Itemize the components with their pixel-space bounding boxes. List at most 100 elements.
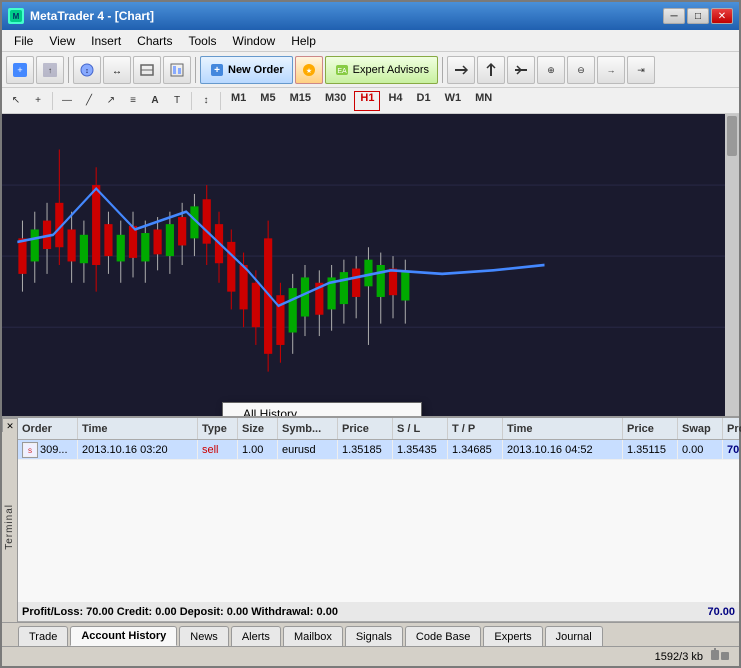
context-menu: All History Last 3 Months Last Month Cus… bbox=[222, 402, 422, 416]
toolbar-sep-1 bbox=[68, 57, 69, 83]
toolbar-btn-14[interactable]: ⇥ bbox=[627, 56, 655, 84]
expert-advisors-button[interactable]: EA Expert Advisors bbox=[325, 56, 438, 84]
toolbar-btn-9[interactable] bbox=[477, 56, 505, 84]
tab-signals[interactable]: Signals bbox=[345, 626, 403, 646]
minimize-button[interactable]: ─ bbox=[663, 8, 685, 24]
tab-trade[interactable]: Trade bbox=[18, 626, 68, 646]
tf-mn[interactable]: MN bbox=[469, 91, 498, 111]
menu-charts[interactable]: Charts bbox=[129, 32, 180, 50]
toolbar-btn-12[interactable]: ⊖ bbox=[567, 56, 595, 84]
toolbar-sep-3 bbox=[442, 57, 443, 83]
th-tp: T / P bbox=[448, 418, 503, 439]
line-btn[interactable]: — bbox=[57, 91, 77, 111]
title-controls: ─ □ ✕ bbox=[663, 8, 733, 24]
toolbar-btn-7[interactable]: ★ bbox=[295, 56, 323, 84]
toolbar-btn-10[interactable] bbox=[507, 56, 535, 84]
tab-code-base[interactable]: Code Base bbox=[405, 626, 481, 646]
svg-text:M: M bbox=[13, 12, 20, 21]
tab-alerts[interactable]: Alerts bbox=[231, 626, 281, 646]
th-size: Size bbox=[238, 418, 278, 439]
window-title: MetaTrader 4 - [Chart] bbox=[30, 9, 154, 23]
menu-view[interactable]: View bbox=[41, 32, 83, 50]
tf-d1[interactable]: D1 bbox=[411, 91, 437, 111]
chart-area: All History Last 3 Months Last Month Cus… bbox=[2, 114, 739, 416]
menu-insert[interactable]: Insert bbox=[83, 32, 129, 50]
svg-text:★: ★ bbox=[306, 67, 312, 75]
th-close-price: Price bbox=[623, 418, 678, 439]
trend-btn[interactable]: ↗ bbox=[101, 91, 121, 111]
toolbar-btn-13[interactable]: → bbox=[597, 56, 625, 84]
svg-text:S: S bbox=[28, 449, 32, 455]
td-order: S 309... bbox=[18, 440, 78, 459]
svg-text:↑: ↑ bbox=[48, 66, 52, 75]
ct-sep-2 bbox=[191, 92, 192, 110]
maximize-button[interactable]: □ bbox=[687, 8, 709, 24]
toolbar-btn-4[interactable]: ↔ bbox=[103, 56, 131, 84]
summary-text: Profit/Loss: 70.00 Credit: 0.00 Deposit:… bbox=[22, 606, 338, 618]
tf-h1[interactable]: H1 bbox=[354, 91, 380, 111]
chart-toolbar: ↖ + — ╱ ↗ ≡ A T ↕ M1 M5 M15 M30 H1 H4 D1… bbox=[2, 88, 739, 114]
crosshair-btn[interactable]: + bbox=[28, 91, 48, 111]
td-open-price: 1.35185 bbox=[338, 440, 393, 459]
svg-text:+: + bbox=[214, 65, 220, 76]
tab-journal[interactable]: Journal bbox=[545, 626, 603, 646]
th-swap: Swap bbox=[678, 418, 723, 439]
menu-help[interactable]: Help bbox=[283, 32, 324, 50]
memory-status: 1592/3 kb bbox=[655, 651, 703, 663]
tab-bar: Trade Account History News Alerts Mailbo… bbox=[2, 622, 739, 646]
toolbar-btn-2[interactable]: ↑ bbox=[36, 56, 64, 84]
tab-account-history[interactable]: Account History bbox=[70, 626, 177, 646]
textbox-btn[interactable]: T bbox=[167, 91, 187, 111]
td-symbol: eurusd bbox=[278, 440, 338, 459]
td-profit: 70.00 bbox=[723, 440, 739, 459]
cursor-btn[interactable]: ↖ bbox=[6, 91, 26, 111]
toolbar-btn-5[interactable] bbox=[133, 56, 161, 84]
tab-mailbox[interactable]: Mailbox bbox=[283, 626, 343, 646]
th-symbol: Symb... bbox=[278, 418, 338, 439]
cm-all-history[interactable]: All History bbox=[223, 403, 421, 416]
menu-file[interactable]: File bbox=[6, 32, 41, 50]
tab-news[interactable]: News bbox=[179, 626, 229, 646]
tf-h4[interactable]: H4 bbox=[382, 91, 408, 111]
main-toolbar: + ↑ ↕ ↔ + New Order ★ EA Expert Advisors bbox=[2, 52, 739, 88]
text-btn[interactable]: A bbox=[145, 91, 165, 111]
close-button[interactable]: ✕ bbox=[711, 8, 733, 24]
menu-window[interactable]: Window bbox=[225, 32, 284, 50]
svg-text:⊕: ⊕ bbox=[547, 65, 555, 75]
tf-m30[interactable]: M30 bbox=[319, 91, 352, 111]
fib-btn[interactable]: ≡ bbox=[123, 91, 143, 111]
terminal-panel: ✕ Order Time Type Size Symb... Price S /… bbox=[2, 416, 739, 646]
toolbar-btn-6[interactable] bbox=[163, 56, 191, 84]
ct-sep-1 bbox=[52, 92, 53, 110]
title-bar-left: M MetaTrader 4 - [Chart] bbox=[8, 8, 154, 24]
th-profit: Profit bbox=[723, 418, 741, 439]
toolbar-btn-11[interactable]: ⊕ bbox=[537, 56, 565, 84]
toolbar-btn-3[interactable]: ↕ bbox=[73, 56, 101, 84]
candlestick-chart bbox=[2, 114, 739, 416]
arrow-btn[interactable]: ↕ bbox=[196, 91, 216, 111]
app-icon: M bbox=[8, 8, 24, 24]
tf-m1[interactable]: M1 bbox=[225, 91, 252, 111]
toolbar-btn-8[interactable] bbox=[447, 56, 475, 84]
sell-icon: S bbox=[22, 442, 38, 458]
tf-w1[interactable]: W1 bbox=[439, 91, 468, 111]
svg-text:→: → bbox=[607, 65, 616, 75]
status-icons bbox=[711, 648, 731, 665]
summary-profit: 70.00 bbox=[707, 606, 735, 618]
td-close-price: 1.35115 bbox=[623, 440, 678, 459]
menu-bar: File View Insert Charts Tools Window Hel… bbox=[2, 30, 739, 52]
toolbar-btn-1[interactable]: + bbox=[6, 56, 34, 84]
main-window: M MetaTrader 4 - [Chart] ─ □ ✕ File View… bbox=[0, 0, 741, 668]
hline-btn[interactable]: ╱ bbox=[79, 91, 99, 111]
th-time: Time bbox=[78, 418, 198, 439]
tab-experts[interactable]: Experts bbox=[483, 626, 542, 646]
chart-scrollbar[interactable] bbox=[725, 114, 739, 416]
tf-m15[interactable]: M15 bbox=[284, 91, 317, 111]
svg-text:+: + bbox=[17, 65, 22, 75]
table-row[interactable]: S 309... 2013.10.16 03:20 sell 1.00 euru… bbox=[2, 440, 739, 460]
th-sl: S / L bbox=[393, 418, 448, 439]
menu-tools[interactable]: Tools bbox=[181, 32, 225, 50]
new-order-button[interactable]: + New Order bbox=[200, 56, 293, 84]
tf-m5[interactable]: M5 bbox=[254, 91, 281, 111]
new-order-label: New Order bbox=[228, 64, 284, 76]
